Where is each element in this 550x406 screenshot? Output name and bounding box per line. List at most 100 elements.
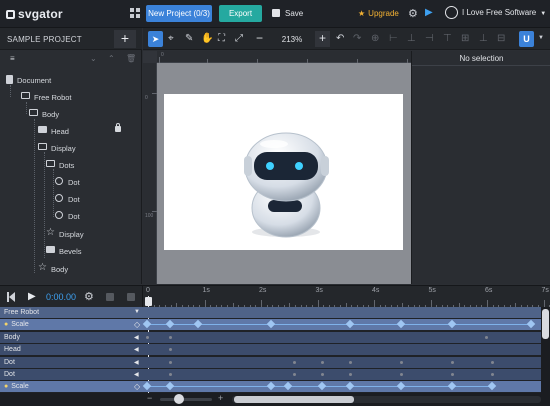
timeline-row-label[interactable]: Dot: [0, 356, 142, 368]
keyframe-diamond[interactable]: [165, 320, 174, 329]
artboard[interactable]: [164, 94, 403, 250]
keyframe-diamond[interactable]: [267, 320, 276, 329]
play-icon[interactable]: ▶: [28, 291, 36, 302]
keyframe-marker[interactable]: [168, 373, 172, 376]
tree-item-body-shape[interactable]: ☆ Body: [0, 261, 142, 277]
keyframe-marker[interactable]: [349, 360, 353, 364]
fullscreen-icon[interactable]: ⤢: [235, 33, 243, 44]
keyframe-marker[interactable]: [485, 335, 488, 339]
timeline-zoom-in-button[interactable]: +: [218, 393, 223, 403]
expand-chevron-icon[interactable]: ◀: [134, 334, 139, 341]
timeline-row[interactable]: ● Scale ◇: [0, 381, 541, 393]
keyframe-marker[interactable]: [451, 373, 455, 376]
trash-icon[interactable]: 🗑: [126, 54, 136, 63]
apps-grid-icon[interactable]: [130, 8, 140, 18]
expand-chevron-icon[interactable]: ◀: [134, 346, 139, 353]
tree-item-free-robot[interactable]: Free Robot: [0, 89, 142, 105]
add-element-button[interactable]: +: [114, 30, 136, 48]
timeline-row-label[interactable]: Free Robot: [0, 307, 142, 318]
timeline-zoom-out-button[interactable]: −: [147, 393, 152, 403]
tree-item-dots[interactable]: Dots: [0, 157, 142, 173]
distribute-icon[interactable]: ⊟: [497, 33, 505, 44]
tree-item-document[interactable]: Document: [0, 72, 142, 88]
timeline-settings-gear-icon[interactable]: ⚙: [84, 290, 94, 303]
undo-icon[interactable]: ↶: [336, 33, 344, 44]
time-ruler[interactable]: 0 1s 2s 3s 4s 5s 6s 7s: [142, 286, 550, 308]
align-center-icon[interactable]: ⊥: [407, 33, 416, 44]
keyframe-diamond[interactable]: [447, 382, 457, 391]
keyframe-marker[interactable]: [292, 360, 296, 364]
lightbulb-icon[interactable]: ●: [4, 383, 8, 390]
keyframe-diamond[interactable]: [447, 320, 457, 329]
keyframe-prev-icon[interactable]: [106, 293, 114, 301]
keyframe-marker[interactable]: [168, 360, 172, 364]
timeline-row-label[interactable]: ● Scale: [0, 319, 142, 331]
upgrade-button[interactable]: ★ Upgrade: [358, 9, 399, 18]
timeline-lane[interactable]: [142, 369, 541, 380]
group-icon[interactable]: ⊕: [371, 33, 379, 44]
expand-chevron-icon[interactable]: ◀: [134, 371, 139, 378]
timeline-lane[interactable]: [142, 381, 541, 393]
keyframe-diamond[interactable]: [142, 382, 152, 391]
scrollbar-thumb[interactable]: [234, 396, 354, 403]
keyframe-diamond[interactable]: [346, 382, 355, 391]
canvas-area[interactable]: 0 0 100: [143, 51, 411, 284]
playhead-handle[interactable]: [145, 297, 152, 306]
tree-item-head[interactable]: Head: [0, 123, 142, 139]
tree-item-body[interactable]: Body: [0, 106, 142, 122]
snap-magnet-icon[interactable]: U: [519, 31, 534, 47]
timeline-row[interactable]: Free Robot ▼: [0, 307, 541, 318]
new-project-button[interactable]: New Project (0/3): [146, 5, 212, 22]
keyframe-diamond[interactable]: [165, 382, 174, 391]
keyframe-marker[interactable]: [168, 348, 172, 352]
tree-item-dot[interactable]: Dot: [0, 174, 142, 190]
chevron-down-icon[interactable]: ⌄: [90, 54, 97, 63]
keyframe-diamond[interactable]: [487, 382, 496, 391]
hand-tool-icon[interactable]: ✋: [201, 33, 213, 44]
keyframe-diamond[interactable]: [397, 320, 406, 329]
timeline-vertical-scrollbar[interactable]: [541, 307, 550, 395]
scrollbar-thumb[interactable]: [542, 309, 549, 339]
tree-item-display-shape[interactable]: ☆ Display: [0, 226, 142, 242]
keyframe-diamond[interactable]: [142, 320, 152, 329]
node-tool-icon[interactable]: ⌖: [168, 33, 174, 44]
keyframe-marker[interactable]: [490, 373, 494, 376]
align-right-icon[interactable]: ⊣: [425, 33, 434, 44]
lock-icon[interactable]: [115, 123, 121, 132]
timeline-lane[interactable]: [142, 331, 541, 343]
tree-item-dot[interactable]: Dot: [0, 208, 142, 224]
chevron-up-icon[interactable]: ⌃: [108, 54, 115, 63]
zoom-level[interactable]: 213%: [272, 35, 312, 44]
keyframe-diamond[interactable]: [193, 320, 203, 329]
add-keyframe-icon[interactable]: ◇: [134, 320, 140, 329]
timeline-row-label[interactable]: Head: [0, 344, 142, 356]
timeline-lane[interactable]: [142, 356, 541, 368]
align-bottom-icon[interactable]: ⊥: [479, 33, 488, 44]
keyframe-marker[interactable]: [292, 373, 296, 376]
keyframe-diamond[interactable]: [397, 382, 406, 391]
keyframe-marker[interactable]: [321, 373, 325, 376]
keyframe-marker[interactable]: [400, 373, 404, 376]
timeline-row-label[interactable]: Dot: [0, 369, 142, 380]
keyframe-marker[interactable]: [400, 360, 404, 364]
robot-illustration[interactable]: [164, 94, 403, 250]
align-top-icon[interactable]: ⊤: [443, 33, 452, 44]
align-middle-icon[interactable]: ⊞: [461, 33, 469, 44]
keyframe-diamond[interactable]: [317, 382, 327, 391]
keyframe-diamond[interactable]: [267, 382, 276, 391]
add-keyframe-icon[interactable]: ◇: [134, 382, 140, 391]
zoom-in-button[interactable]: +: [315, 31, 330, 47]
user-menu[interactable]: I Love Free Software ▼: [445, 6, 546, 19]
timeline-lane[interactable]: [142, 344, 541, 356]
tree-item-display[interactable]: Display: [0, 140, 142, 156]
redo-icon[interactable]: ↷: [353, 33, 361, 44]
keyframe-marker[interactable]: [490, 360, 494, 364]
keyframe-diamond[interactable]: [284, 382, 293, 391]
current-time[interactable]: 0:00.00: [46, 292, 76, 302]
tree-item-dot[interactable]: Dot: [0, 191, 142, 207]
export-button[interactable]: Export: [219, 5, 262, 22]
preview-play-icon[interactable]: ▶: [425, 7, 433, 18]
keyframe-marker[interactable]: [146, 335, 149, 339]
keyframe-marker[interactable]: [321, 360, 325, 364]
keyframe-diamond[interactable]: [346, 320, 355, 329]
